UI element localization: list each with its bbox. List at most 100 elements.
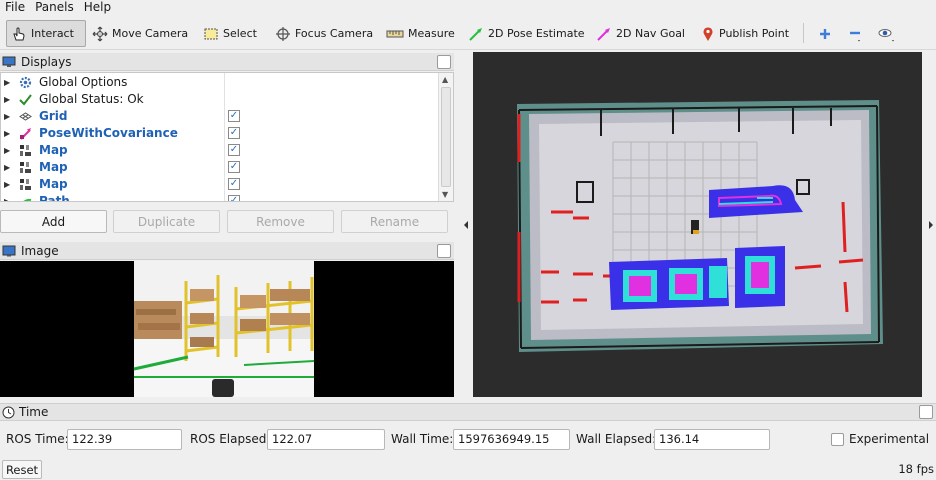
gear-icon (18, 75, 32, 89)
expand-arrow-icon[interactable]: ▶ (4, 78, 10, 87)
reset-button[interactable]: Reset (2, 460, 42, 479)
expand-arrow-icon[interactable]: ▶ (4, 146, 10, 155)
display-row-global-status[interactable]: ▶ Global Status: Ok (1, 91, 438, 107)
monitor-icon (2, 56, 16, 67)
scroll-down-icon[interactable]: ▼ (442, 190, 448, 199)
display-row-pose-with-covariance[interactable]: ▶ PoseWithCovariance ✓ (1, 125, 438, 141)
displays-panel-header: Displays (0, 53, 454, 71)
image-float-button[interactable] (437, 244, 451, 258)
move-camera-tool-button[interactable]: Move Camera (88, 20, 192, 47)
map-pin-icon (703, 26, 713, 41)
rename-display-button[interactable]: Rename (341, 210, 448, 233)
experimental-checkbox[interactable] (831, 433, 844, 446)
rviz-3d-viewport[interactable] (473, 52, 922, 397)
image-title: Image (21, 243, 59, 258)
expand-arrow-icon[interactable]: ▶ (4, 197, 10, 202)
displays-scrollbar[interactable]: ▲ ▼ (438, 73, 453, 201)
move-camera-icon (92, 26, 108, 41)
move-camera-label: Move Camera (112, 27, 189, 40)
remove-tool-button[interactable] (843, 20, 867, 47)
remove-display-button[interactable]: Remove (227, 210, 334, 233)
scrollbar-thumb[interactable] (441, 87, 451, 187)
duplicate-display-button[interactable]: Duplicate (113, 210, 220, 233)
display-label: Global Status: Ok (39, 92, 144, 106)
display-row-global-options[interactable]: ▶ Global Options (1, 74, 438, 90)
right-splitter[interactable] (922, 52, 936, 397)
occupancy-map (473, 52, 922, 397)
pose-estimate-label: 2D Pose Estimate (488, 27, 585, 40)
display-row-map[interactable]: ▶ Map ✓ (1, 176, 438, 192)
green-arrow-icon (469, 27, 482, 41)
nav-goal-tool-button[interactable]: 2D Nav Goal (592, 20, 689, 47)
view-options-tool-button[interactable] (873, 20, 901, 47)
wall-time-label: Wall Time: (391, 432, 454, 446)
focus-crosshair-icon (276, 26, 290, 41)
displays-float-button[interactable] (437, 55, 451, 69)
ros-elapsed-label: ROS Elapsed: (190, 432, 271, 446)
ruler-icon (386, 30, 404, 37)
clock-icon (2, 406, 15, 418)
wall-time-field[interactable]: 1597636949.15 (453, 429, 570, 450)
interact-tool-button[interactable]: Interact (6, 20, 86, 47)
warehouse-camera-image (0, 261, 454, 397)
measure-tool-button[interactable]: Measure (382, 20, 459, 47)
display-row-grid[interactable]: ▶ Grid ✓ (1, 108, 438, 124)
minus-icon (850, 31, 860, 41)
measure-label: Measure (408, 27, 455, 40)
focus-camera-label: Focus Camera (295, 27, 374, 40)
map-icon (18, 160, 32, 174)
focus-camera-tool-button[interactable]: Focus Camera (271, 20, 377, 47)
expand-arrow-icon[interactable]: ▶ (4, 112, 10, 121)
display-row-path[interactable]: ▶ Path ✓ (1, 193, 438, 202)
hand-pointer-icon (13, 26, 25, 40)
menu-bar: File Panels Help (0, 0, 936, 16)
grid-icon (18, 109, 32, 123)
menu-help[interactable]: Help (79, 0, 116, 16)
publish-point-label: Publish Point (719, 27, 790, 40)
toolbar-separator (803, 23, 804, 43)
display-label: Map (39, 143, 68, 157)
display-label: Path (39, 194, 70, 202)
select-tool-button[interactable]: Select (199, 20, 261, 47)
menu-file[interactable]: File (0, 0, 30, 16)
display-label: Global Options (39, 75, 128, 89)
display-row-map[interactable]: ▶ Map ✓ (1, 142, 438, 158)
check-icon (18, 92, 32, 106)
display-enabled-checkbox[interactable]: ✓ (228, 127, 240, 139)
pose-estimate-tool-button[interactable]: 2D Pose Estimate (464, 20, 589, 47)
display-label: Map (39, 177, 68, 191)
display-enabled-checkbox[interactable]: ✓ (228, 195, 240, 201)
time-float-button[interactable] (919, 405, 933, 419)
select-label: Select (223, 27, 257, 40)
pose-icon (18, 126, 32, 140)
display-enabled-checkbox[interactable]: ✓ (228, 110, 240, 122)
add-tool-button[interactable] (814, 20, 836, 47)
eye-icon (878, 28, 894, 41)
expand-arrow-icon[interactable]: ▶ (4, 95, 10, 104)
scroll-up-icon[interactable]: ▲ (442, 75, 448, 84)
display-enabled-checkbox[interactable]: ✓ (228, 144, 240, 156)
fps-readout: 18 fps (898, 462, 934, 476)
publish-point-tool-button[interactable]: Publish Point (697, 20, 793, 47)
add-display-button[interactable]: Add (0, 210, 107, 233)
collapse-right-icon[interactable] (924, 215, 936, 235)
displays-tree: ▶ Global Options ▶ Global Status: Ok ▶ G… (0, 72, 454, 202)
time-title: Time (19, 405, 49, 419)
display-enabled-checkbox[interactable]: ✓ (228, 161, 240, 173)
display-label: Grid (39, 109, 68, 123)
left-splitter[interactable] (456, 52, 472, 397)
ros-elapsed-field[interactable]: 122.07 (267, 429, 385, 450)
displays-title: Displays (21, 54, 72, 69)
collapse-left-icon[interactable] (458, 215, 474, 235)
expand-arrow-icon[interactable]: ▶ (4, 129, 10, 138)
wall-elapsed-field[interactable]: 136.14 (654, 429, 770, 450)
select-box-icon (204, 28, 218, 39)
display-row-map[interactable]: ▶ Map ✓ (1, 159, 438, 175)
display-label: Map (39, 160, 68, 174)
menu-panels[interactable]: Panels (30, 0, 79, 16)
ros-time-field[interactable]: 122.39 (67, 429, 182, 450)
display-enabled-checkbox[interactable]: ✓ (228, 178, 240, 190)
expand-arrow-icon[interactable]: ▶ (4, 180, 10, 189)
nav-goal-label: 2D Nav Goal (616, 27, 685, 40)
expand-arrow-icon[interactable]: ▶ (4, 163, 10, 172)
